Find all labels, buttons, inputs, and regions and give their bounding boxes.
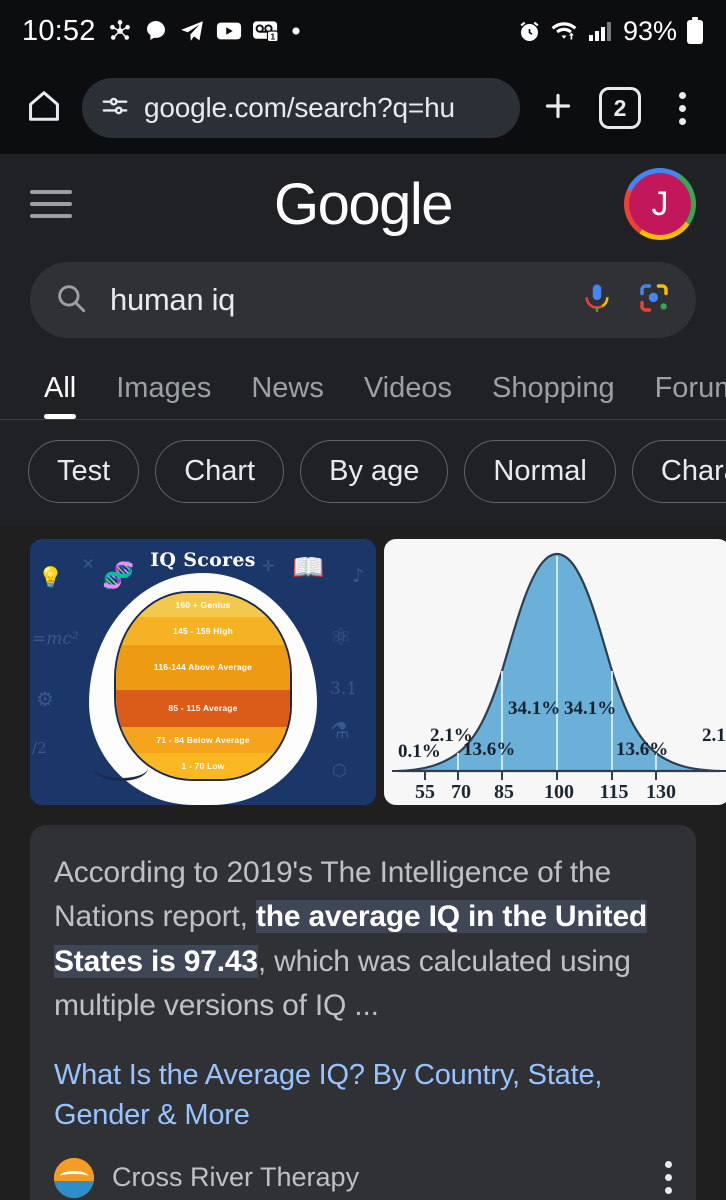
alarm-icon: [517, 19, 542, 44]
band-label-2: 13.6%: [463, 739, 515, 760]
brain-infographic: 💡 ✕ 🧬 =mc² ⚙ /2 ✛ 📖 ♪ ⚛ 3.1 ⚗ ⬡ IQ Score…: [30, 539, 376, 805]
atom-doodle-icon: ⚛: [330, 623, 352, 651]
band-label-6: 2.1: [702, 725, 726, 746]
results-area: 💡 ✕ 🧬 =mc² ⚙ /2 ✛ 📖 ♪ ⚛ 3.1 ⚗ ⬡ IQ Score…: [0, 525, 726, 1200]
chip-normal[interactable]: Normal: [464, 440, 616, 503]
featured-snippet-card: According to 2019's The Intelligence of …: [30, 825, 696, 1200]
half-doodle: /2: [32, 739, 47, 757]
band-label-5: 13.6%: [616, 739, 668, 760]
filter-chips: Test Chart By age Normal Characteristics: [0, 420, 726, 525]
x-tick-130: 130: [646, 781, 676, 803]
battery-percent: 93%: [622, 15, 677, 46]
avatar-letter: J: [629, 173, 691, 235]
search-input[interactable]: human iq: [110, 282, 558, 318]
chip-by-age[interactable]: By age: [300, 440, 449, 503]
wifi-icon: [551, 19, 579, 43]
status-bar: 10:52 1 93%: [0, 0, 726, 62]
image-results-row: 💡 ✕ 🧬 =mc² ⚙ /2 ✛ 📖 ♪ ⚛ 3.1 ⚗ ⬡ IQ Score…: [0, 539, 726, 805]
search-tabs: All Images News Videos Shopping Forums: [0, 356, 726, 420]
emc2-doodle: =mc²: [32, 629, 79, 649]
x-tick-85: 85: [494, 781, 514, 803]
microphone-icon[interactable]: [580, 281, 614, 320]
cube-doodle-icon: ⬡: [332, 761, 347, 781]
snippet-more-button[interactable]: [665, 1161, 672, 1195]
tab-shopping[interactable]: Shopping: [472, 372, 635, 419]
phone-screen: 10:52 1 93% google.com/search?q=hu 2 Goo…: [0, 0, 726, 1200]
source-name: Cross River Therapy: [112, 1162, 360, 1193]
brain-band-above-average: 116-144 Above Average: [116, 645, 290, 690]
x-tick-115: 115: [600, 781, 629, 803]
tab-images[interactable]: Images: [96, 372, 231, 419]
image-result-brain[interactable]: 💡 ✕ 🧬 =mc² ⚙ /2 ✛ 📖 ♪ ⚛ 3.1 ⚗ ⬡ IQ Score…: [30, 539, 376, 805]
tab-news[interactable]: News: [231, 372, 344, 419]
x-tick-70: 70: [451, 781, 471, 803]
avatar[interactable]: J: [624, 168, 696, 240]
flask-doodle-icon: ⚗: [330, 719, 350, 744]
source-favicon: [54, 1157, 94, 1198]
search-box[interactable]: human iq: [30, 262, 696, 338]
favicon-water: [54, 1180, 94, 1198]
dot-icon: [291, 26, 301, 36]
band-label-4: 34.1%: [564, 698, 616, 719]
google-lens-icon[interactable]: [636, 280, 672, 321]
chip-chart[interactable]: Chart: [155, 440, 285, 503]
signal-icon: [588, 20, 614, 42]
browser-menu-button[interactable]: [654, 80, 710, 136]
url-text: google.com/search?q=hu: [144, 92, 455, 123]
x-tick-100: 100: [544, 781, 574, 803]
gears-doodle-icon: ⚙: [36, 687, 54, 711]
search-icon: [54, 281, 88, 320]
search-area: human iq: [0, 254, 726, 356]
brain-title: IQ Scores: [150, 549, 256, 571]
snippet-source-row: Cross River Therapy: [54, 1157, 672, 1198]
nodes-icon: [107, 18, 133, 44]
home-icon: [25, 87, 63, 130]
telegram-icon: [179, 18, 205, 44]
tab-forums[interactable]: Forums: [635, 372, 726, 419]
image-result-bell-curve[interactable]: 55 70 85 100 115 130 0.1% 2.1% 13.6% 34.…: [384, 539, 726, 805]
tune-icon[interactable]: [100, 91, 130, 126]
more-vert-icon: [678, 91, 686, 125]
new-tab-button[interactable]: [530, 80, 586, 136]
status-clock: 10:52: [22, 14, 96, 47]
google-logo: Google: [273, 171, 454, 238]
home-button[interactable]: [16, 80, 72, 136]
brain-band-below-average: 71 - 84 Below Average: [116, 726, 290, 753]
hamburger-icon[interactable]: [30, 190, 72, 218]
google-logo-text: Google: [273, 171, 454, 237]
more-vert-icon: [665, 1161, 672, 1195]
brain-band-average: 85 - 115 Average: [116, 689, 290, 727]
x-tick-55: 55: [415, 781, 435, 803]
chat-bubble-icon: [144, 19, 168, 43]
brain-bands: 160 + Genius 145 - 159 High 116-144 Abov…: [114, 591, 292, 781]
status-bar-left: 10:52 1: [22, 15, 301, 48]
svg-text:1: 1: [270, 31, 275, 41]
voicemail-badge-icon: 1: [252, 20, 280, 42]
favicon-bridge: [60, 1170, 88, 1181]
tab-switcher-button[interactable]: 2: [592, 80, 648, 136]
address-bar[interactable]: google.com/search?q=hu: [82, 78, 520, 138]
brain-band-high: 145 - 159 High: [116, 617, 290, 646]
snippet-link-title[interactable]: What Is the Average IQ? By Country, Stat…: [54, 1055, 672, 1136]
snippet-text: According to 2019's The Intelligence of …: [54, 851, 672, 1029]
google-header: Google J: [0, 154, 726, 254]
tab-all[interactable]: All: [24, 372, 96, 419]
bell-curve-chart: 55 70 85 100 115 130 0.1% 2.1% 13.6% 34.…: [384, 539, 726, 805]
tab-count: 2: [599, 87, 641, 129]
status-bar-right: 93%: [517, 16, 704, 47]
band-label-3: 34.1%: [508, 698, 560, 719]
chip-test[interactable]: Test: [28, 440, 140, 503]
tab-videos[interactable]: Videos: [344, 372, 472, 419]
pi-doodle: 3.1: [330, 679, 358, 699]
browser-toolbar: google.com/search?q=hu 2: [0, 62, 726, 154]
youtube-icon: [216, 21, 242, 41]
plus-icon: [540, 88, 576, 129]
bell-curve-svg: 55 70 85 100 115 130 0.1% 2.1% 13.6% 34.…: [392, 552, 726, 803]
battery-icon: [686, 17, 704, 45]
chip-characteristics[interactable]: Characteristics: [631, 440, 726, 503]
